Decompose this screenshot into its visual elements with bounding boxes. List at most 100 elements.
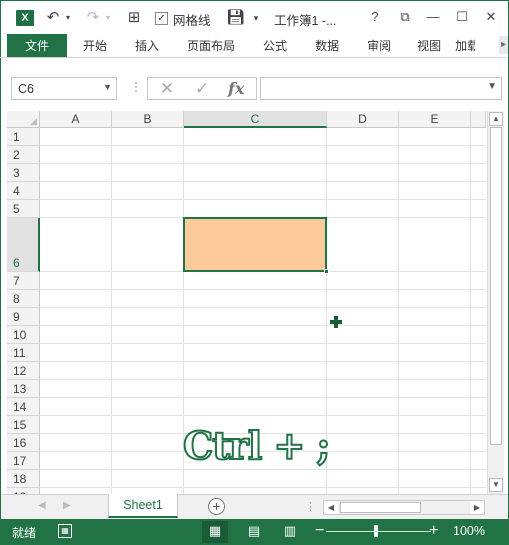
scroll-left-icon[interactable]: ◀	[324, 501, 338, 514]
row-header-18[interactable]: 18	[7, 470, 40, 488]
normal-view-icon[interactable]: ▦	[202, 521, 228, 543]
row-header-15[interactable]: 15	[7, 416, 40, 434]
row-header-1[interactable]: 1	[7, 128, 40, 146]
tab-insert[interactable]: 插入	[121, 34, 173, 58]
row-header-8[interactable]: 8	[7, 290, 40, 308]
prev-sheet-icon[interactable]: ◀	[38, 500, 46, 511]
tabs-splitter-icon[interactable]: ⋮	[305, 500, 316, 513]
page-layout-view-icon[interactable]: ▤	[241, 521, 267, 543]
cancel-icon[interactable]: ✕	[156, 78, 178, 99]
customize-toolbar-icon[interactable]: ▾	[251, 7, 261, 29]
gridline-row	[40, 145, 486, 146]
sheet-tabs-bar: ◀ ▶ Sheet1 + ⋮ ◀ ▶	[1, 494, 508, 519]
row-header-2[interactable]: 2	[7, 146, 40, 164]
redo-dropdown-icon[interactable]: ▾	[103, 7, 113, 29]
scrollbar-corner	[487, 495, 507, 519]
name-box[interactable]: C6 ▼	[11, 77, 117, 100]
page-break-preview-icon[interactable]: ▥	[277, 521, 303, 543]
status-bar: 就绪 ▦ ▦ ▤ ▥ − + 100%	[1, 519, 508, 545]
borders-icon[interactable]: ⊞	[125, 7, 143, 29]
gridline-column	[398, 128, 399, 494]
row-header-11[interactable]: 11	[7, 344, 40, 362]
name-box-value: C6	[18, 82, 34, 96]
tab-review[interactable]: 审阅	[353, 34, 405, 58]
fill-handle[interactable]	[324, 269, 329, 274]
worksheet-grid[interactable]: ABCDE12345678910111213141516171819Ctrl +…	[7, 111, 486, 494]
ribbon-scroll-right-icon[interactable]: ▸	[499, 36, 508, 54]
zoom-in-icon[interactable]: +	[429, 522, 438, 540]
help-icon[interactable]: ?	[363, 7, 387, 27]
column-header-e[interactable]: E	[399, 111, 471, 128]
gridline-row	[40, 415, 486, 416]
row-header-14[interactable]: 14	[7, 398, 40, 416]
next-sheet-icon[interactable]: ▶	[63, 500, 71, 511]
macro-record-icon[interactable]: ▦	[58, 524, 72, 538]
row-header-3[interactable]: 3	[7, 164, 40, 182]
column-header-b[interactable]: B	[112, 111, 184, 128]
vertical-scroll-thumb[interactable]	[490, 127, 502, 445]
expand-formula-bar-icon[interactable]: ▼	[487, 81, 497, 92]
tab-formulas[interactable]: 公式	[249, 34, 301, 58]
zoom-out-icon[interactable]: −	[315, 522, 324, 540]
select-all-button[interactable]	[7, 111, 40, 128]
scroll-right-icon[interactable]: ▶	[470, 501, 484, 514]
minimize-icon[interactable]: —	[421, 7, 445, 27]
horizontal-scroll-thumb[interactable]	[340, 502, 421, 513]
row-header-13[interactable]: 13	[7, 380, 40, 398]
formula-buttons: ✕ ✓ fx	[147, 77, 257, 100]
row-header-17[interactable]: 17	[7, 452, 40, 470]
row-header-5[interactable]: 5	[7, 200, 40, 218]
scroll-down-icon[interactable]: ▼	[489, 478, 503, 492]
title-bar: X ↶ ▾ ↷ ▾ ⊞ ✓ 网格线 💾︎ ▾ 工作簿1 -... ? ⧉ — ☐…	[1, 1, 508, 33]
formula-input[interactable]: ▼	[260, 77, 502, 100]
scroll-up-icon[interactable]: ▲	[489, 112, 503, 126]
insert-function-icon[interactable]: fx	[228, 77, 244, 100]
column-header-c[interactable]: C	[184, 111, 327, 128]
save-icon[interactable]: 💾︎	[226, 7, 245, 29]
row-header-4[interactable]: 4	[7, 182, 40, 200]
gridline-row	[40, 289, 486, 290]
formula-bar-grip-icon[interactable]: ⋮	[130, 80, 142, 94]
gridline-row	[40, 469, 486, 470]
new-sheet-button[interactable]: +	[208, 498, 225, 515]
row-header-10[interactable]: 10	[7, 326, 40, 344]
redo-icon[interactable]: ↷	[85, 7, 101, 29]
gridline-row	[40, 199, 486, 200]
row-header-12[interactable]: 12	[7, 362, 40, 380]
row-header-6[interactable]: 6	[7, 218, 40, 272]
zoom-slider[interactable]	[326, 531, 431, 532]
close-icon[interactable]: ✕	[479, 7, 503, 27]
zoom-level[interactable]: 100%	[453, 524, 485, 538]
zoom-slider-thumb[interactable]	[374, 525, 378, 537]
tab-addins[interactable]: 加载	[453, 34, 475, 58]
tab-home[interactable]: 开始	[67, 34, 121, 58]
gridlines-checkbox[interactable]: ✓	[155, 12, 168, 25]
vertical-scrollbar[interactable]: ▲ ▼	[487, 111, 504, 494]
row-header-7[interactable]: 7	[7, 272, 40, 290]
ribbon-collapsed-area	[1, 58, 508, 72]
maximize-icon[interactable]: ☐	[450, 7, 474, 27]
enter-icon[interactable]: ✓	[191, 78, 213, 99]
status-mode: 就绪	[12, 526, 37, 540]
ribbon-tabs: 文件 开始 插入 页面布局 公式 数据 审阅 视图 加载 ▸	[1, 34, 508, 58]
gridline-row	[40, 397, 486, 398]
ribbon-display-icon[interactable]: ⧉	[393, 7, 417, 27]
cell-cursor-icon	[330, 316, 342, 328]
gridline-column	[111, 128, 112, 494]
undo-dropdown-icon[interactable]: ▾	[63, 7, 73, 29]
name-box-dropdown-icon[interactable]: ▼	[103, 82, 112, 92]
row-header-16[interactable]: 16	[7, 434, 40, 452]
gridline-row	[40, 181, 486, 182]
undo-icon[interactable]: ↶	[45, 7, 61, 29]
column-header-a[interactable]: A	[40, 111, 112, 128]
tab-page-layout[interactable]: 页面布局	[173, 34, 249, 58]
active-cell-c6[interactable]	[183, 217, 327, 272]
sheet-tab-sheet1[interactable]: Sheet1	[108, 494, 178, 518]
excel-logo-icon: X	[16, 10, 34, 26]
tab-view[interactable]: 视图	[405, 34, 453, 58]
horizontal-scrollbar[interactable]: ◀ ▶	[323, 500, 485, 515]
row-header-9[interactable]: 9	[7, 308, 40, 326]
column-header-d[interactable]: D	[327, 111, 399, 128]
tab-file[interactable]: 文件	[7, 34, 67, 58]
tab-data[interactable]: 数据	[301, 34, 353, 58]
